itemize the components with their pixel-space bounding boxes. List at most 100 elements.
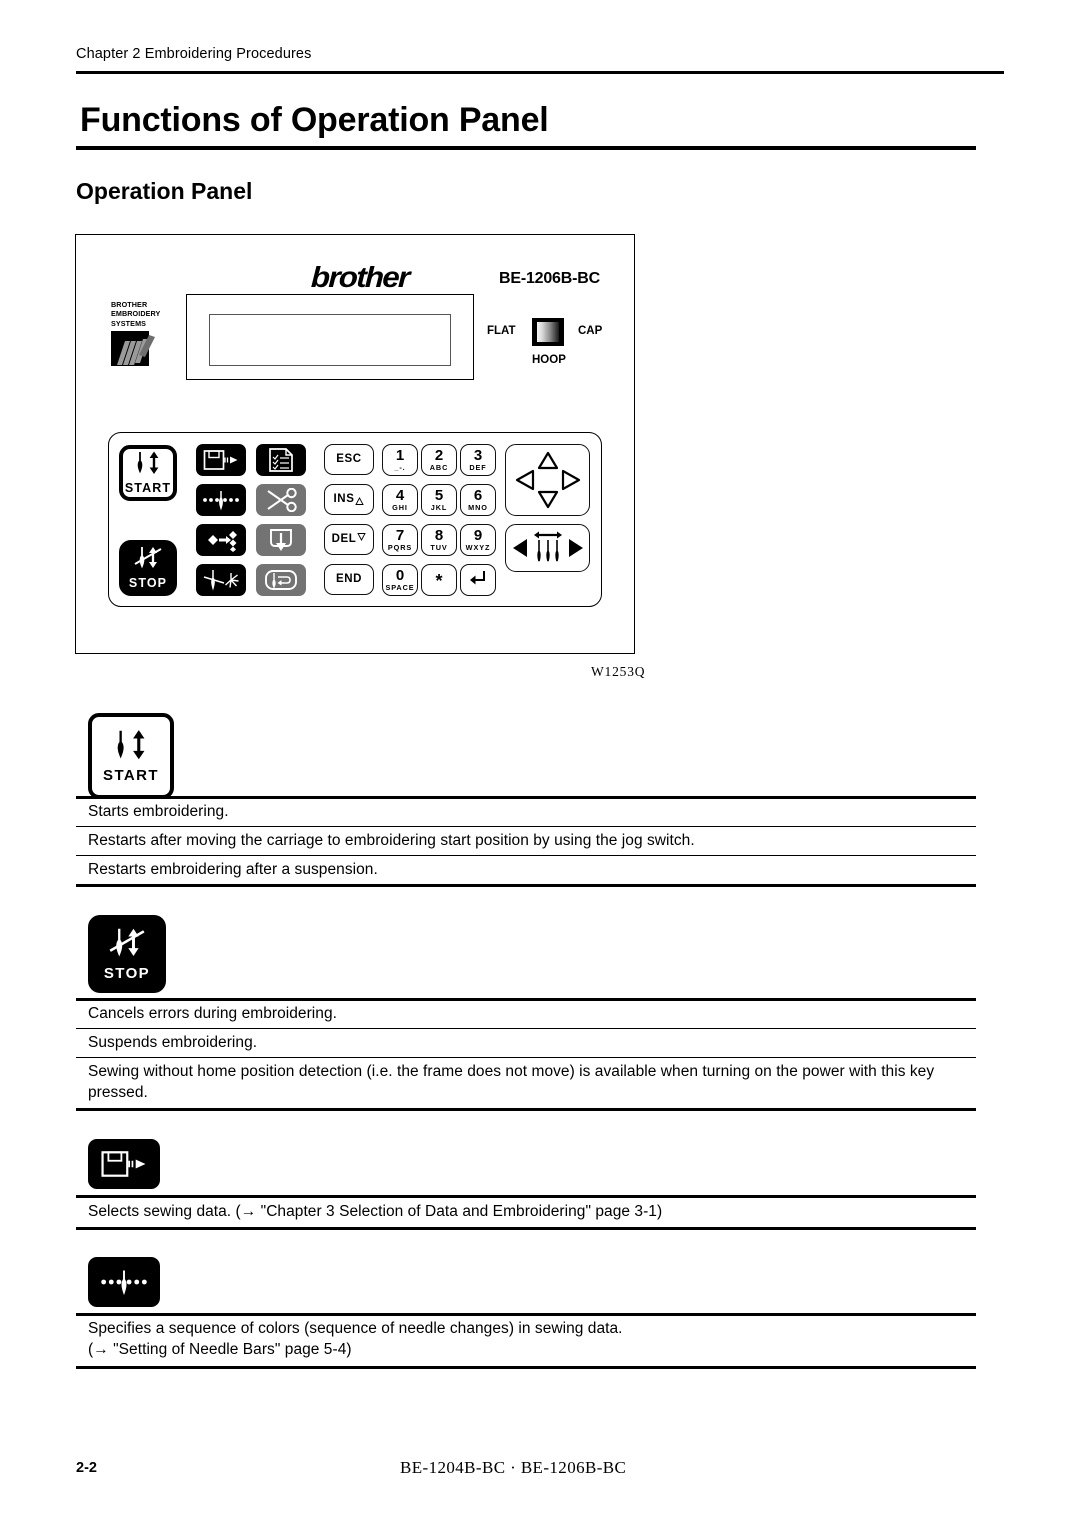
hoop-switch-knob[interactable] bbox=[537, 322, 559, 342]
needle-sequence-icon bbox=[203, 491, 239, 511]
stop-needle-arrow-icon bbox=[131, 546, 165, 575]
needle-sequence-icon bbox=[101, 1270, 147, 1296]
panel-asterisk-key[interactable]: * bbox=[421, 564, 457, 596]
desc-stop-line-3: Sewing without home position detection (… bbox=[88, 1063, 935, 1101]
frame-return-icon bbox=[265, 570, 297, 590]
panel-num-key-1-digit: 1 bbox=[395, 447, 405, 464]
panel-num-key-6-letters: MNO bbox=[468, 503, 488, 512]
triangle-up-outline-icon bbox=[355, 493, 365, 511]
desc-rule bbox=[76, 1108, 976, 1111]
panel-num-key-2-letters: ABC bbox=[429, 463, 449, 472]
panel-needle-bar-key[interactable] bbox=[196, 484, 246, 516]
document-checklist-icon bbox=[269, 448, 293, 472]
panel-num-key-9[interactable]: 9 WXYZ bbox=[460, 524, 496, 556]
panel-num-key-5-letters: JKL bbox=[430, 503, 448, 512]
desc-rule bbox=[76, 826, 976, 828]
panel-del-key-label: DEL bbox=[331, 532, 357, 545]
bes-line-2: EMBROIDERY bbox=[111, 309, 161, 319]
desc-start-line-1: Starts embroidering. bbox=[88, 803, 229, 820]
panel-num-key-9-digit: 9 bbox=[473, 527, 483, 544]
bes-line-1: BROTHER bbox=[111, 300, 148, 309]
panel-data-transfer-key[interactable] bbox=[196, 524, 246, 556]
desc-rule bbox=[76, 1057, 976, 1059]
panel-num-key-3[interactable]: 3 DEF bbox=[460, 444, 496, 476]
panel-num-key-9-letters: WXYZ bbox=[465, 543, 491, 552]
panel-num-key-0-digit: 0 bbox=[395, 567, 405, 584]
panel-needle-break-key[interactable] bbox=[196, 564, 246, 596]
panel-select-data-key[interactable] bbox=[196, 444, 246, 476]
desc-rule bbox=[76, 1028, 976, 1030]
panel-num-key-0[interactable]: 0 SPACE bbox=[382, 564, 418, 596]
panel-num-key-3-digit: 3 bbox=[473, 447, 483, 464]
panel-start-key-label: START bbox=[124, 481, 172, 496]
panel-num-key-6[interactable]: 6 MNO bbox=[460, 484, 496, 516]
page-title: Functions of Operation Panel bbox=[80, 101, 549, 139]
desc-rule bbox=[76, 1366, 976, 1369]
panel-data-list-key[interactable] bbox=[256, 444, 306, 476]
panel-esc-key[interactable]: ESC bbox=[324, 444, 374, 475]
desc-rule bbox=[76, 1227, 976, 1230]
desc-rule bbox=[76, 1195, 976, 1198]
panel-esc-key-label: ESC bbox=[336, 452, 362, 465]
panel-num-key-5-digit: 5 bbox=[434, 487, 444, 504]
desc-needle-bar-key-icon bbox=[88, 1257, 160, 1307]
panel-num-key-4-digit: 4 bbox=[395, 487, 405, 504]
desc-stop-line-2: Suspends embroidering. bbox=[88, 1034, 258, 1051]
panel-num-key-1-letters: _-. bbox=[394, 463, 406, 472]
panel-num-key-1[interactable]: 1 _-. bbox=[382, 444, 418, 476]
panel-num-key-7[interactable]: 7 PQRS bbox=[382, 524, 418, 556]
footer-page-number: 2-2 bbox=[76, 1460, 97, 1476]
figure-caption: W1253Q bbox=[591, 664, 646, 679]
manual-page: Chapter 2 Embroidering Procedures Functi… bbox=[0, 0, 1080, 1528]
panel-num-key-7-digit: 7 bbox=[395, 527, 405, 544]
brother-logo: brother bbox=[310, 262, 410, 294]
triangle-down-outline-icon bbox=[357, 528, 367, 546]
hoop-switch-cap-label: CAP bbox=[578, 325, 603, 337]
desc-select-data-line-1: Selects sewing data. (→ "Chapter 3 Selec… bbox=[88, 1203, 663, 1220]
desc-start-line-2: Restarts after moving the carriage to em… bbox=[88, 832, 695, 849]
desc-stop-key-icon: STOP bbox=[88, 915, 166, 993]
panel-ins-key[interactable]: INS bbox=[324, 484, 374, 515]
start-needle-arrow-icon bbox=[131, 451, 165, 480]
panel-start-key[interactable]: START bbox=[119, 445, 177, 501]
panel-num-key-4[interactable]: 4 GHI bbox=[382, 484, 418, 516]
panel-frame-return-key[interactable] bbox=[256, 564, 306, 596]
panel-num-key-8-digit: 8 bbox=[434, 527, 444, 544]
desc-rule bbox=[76, 998, 976, 1001]
panel-enter-key[interactable] bbox=[460, 564, 496, 596]
panel-asterisk-key-digit: * bbox=[435, 570, 443, 591]
desc-rule bbox=[76, 884, 976, 887]
panel-stop-key[interactable]: STOP bbox=[119, 540, 177, 596]
panel-frame-down-key[interactable] bbox=[256, 524, 306, 556]
bes-emblem-icon bbox=[111, 331, 155, 366]
start-needle-arrow-icon bbox=[109, 729, 153, 766]
footer-model-names: BE-1204B-BC · BE-1206B-BC bbox=[400, 1458, 627, 1477]
floppy-arrow-icon bbox=[203, 450, 238, 470]
model-number-label: BE-1206B-BC bbox=[499, 270, 600, 287]
panel-num-key-3-letters: DEF bbox=[469, 463, 487, 472]
desc-select-data-key-icon bbox=[88, 1139, 160, 1189]
section-heading: Operation Panel bbox=[76, 178, 253, 204]
floppy-arrow-icon bbox=[101, 1151, 146, 1177]
panel-thread-trim-key[interactable] bbox=[256, 484, 306, 516]
panel-num-key-8[interactable]: 8 TUV bbox=[421, 524, 457, 556]
desc-rule bbox=[76, 855, 976, 857]
panel-needle-shift-pad[interactable] bbox=[505, 524, 590, 572]
panel-end-key[interactable]: END bbox=[324, 564, 374, 595]
panel-num-key-2[interactable]: 2 ABC bbox=[421, 444, 457, 476]
panel-num-key-0-letters: SPACE bbox=[385, 583, 415, 592]
panel-num-key-5[interactable]: 5 JKL bbox=[421, 484, 457, 516]
frame-down-arrow-icon bbox=[270, 529, 292, 551]
desc-rule bbox=[76, 796, 976, 799]
panel-direction-pad[interactable] bbox=[505, 444, 590, 516]
panel-ins-key-label: INS bbox=[333, 492, 355, 505]
hoop-switch-label: HOOP bbox=[532, 354, 566, 366]
enter-return-icon bbox=[468, 569, 488, 592]
desc-start-key-label: START bbox=[103, 767, 159, 784]
thread-break-icon bbox=[203, 570, 239, 591]
panel-num-key-4-letters: GHI bbox=[392, 503, 408, 512]
panel-del-key[interactable]: DEL bbox=[324, 524, 374, 555]
brother-embroidery-systems-text: BROTHER EMBROIDERY SYSTEMS bbox=[111, 300, 160, 328]
lcd-display-bezel bbox=[186, 294, 474, 380]
hoop-switch[interactable] bbox=[532, 318, 564, 346]
